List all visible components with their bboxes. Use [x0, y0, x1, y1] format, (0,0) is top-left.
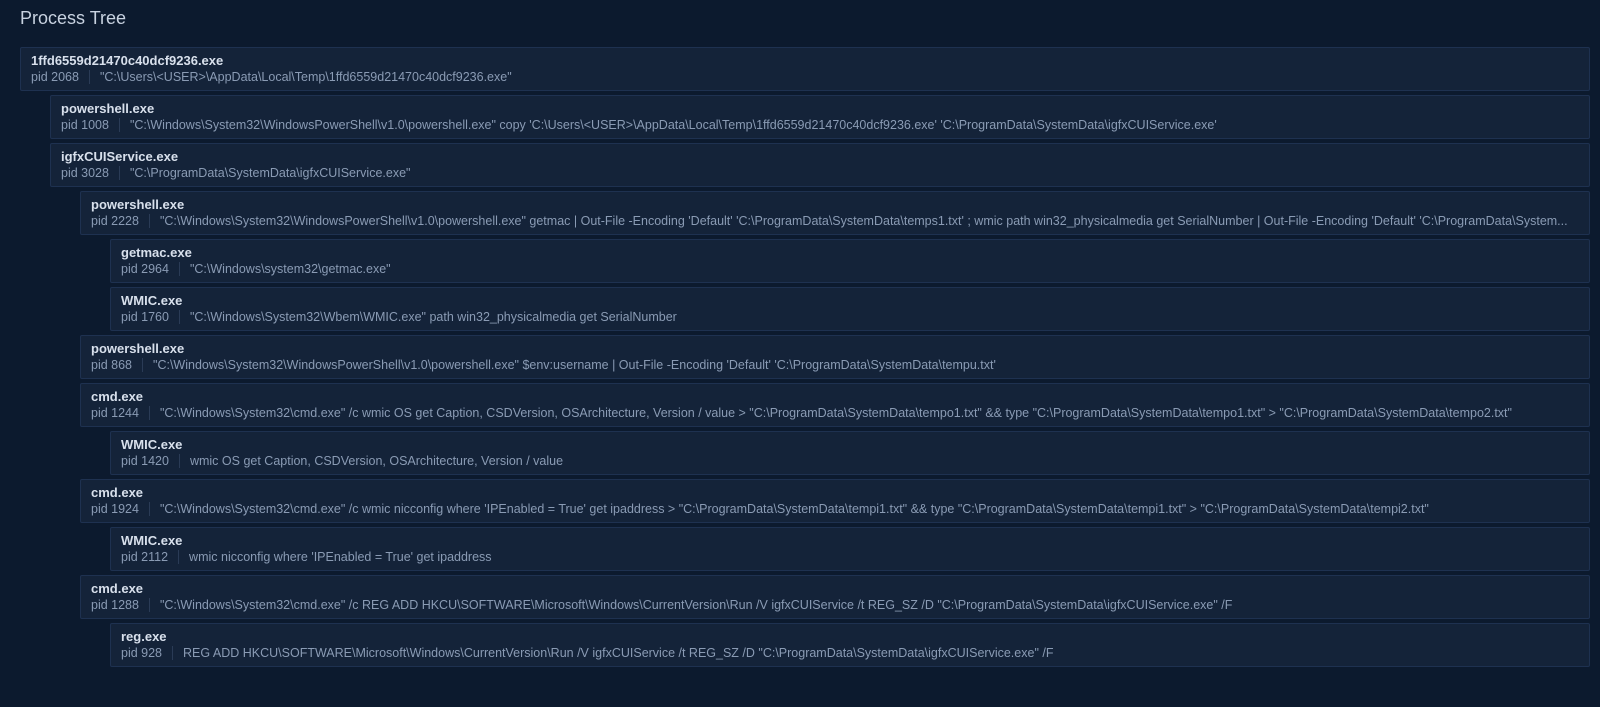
process-name: cmd.exe: [91, 485, 1579, 500]
process-children: getmac.exe pid 2964"C:\Windows\system32\g…: [110, 239, 1590, 331]
process-details: pid 3028"C:\ProgramData\SystemData\igfxC…: [61, 166, 1579, 180]
process-node[interactable]: powershell.exe pid 2228"C:\Windows\System…: [80, 191, 1590, 235]
process-pid: pid 1288: [91, 598, 150, 612]
process-details: pid 1760"C:\Windows\System32\Wbem\WMIC.e…: [121, 310, 1579, 324]
process-details: pid 1420wmic OS get Caption, CSDVersion,…: [121, 454, 1579, 468]
process-tree: 1ffd6559d21470c40dcf9236.exepid 2068"C:\…: [0, 29, 1600, 667]
process-details: pid 1008"C:\Windows\System32\WindowsPowe…: [61, 118, 1579, 132]
process-cmd: "C:\Users\<USER>\AppData\Local\Temp\1ffd…: [90, 70, 1579, 84]
process-node[interactable]: cmd.exe pid 1244"C:\Windows\System32\cmd.…: [80, 383, 1590, 427]
process-cmd: "C:\ProgramData\SystemData\igfxCUIServic…: [120, 166, 1579, 180]
process-node[interactable]: 1ffd6559d21470c40dcf9236.exe pid 2068"C:\…: [20, 47, 1590, 91]
process-pid: pid 3028: [61, 166, 120, 180]
process-pid: pid 2068: [31, 70, 90, 84]
process-name: getmac.exe: [121, 245, 1579, 260]
process-pid: pid 2228: [91, 214, 150, 228]
process-children: powershell.exepid 2228"C:\Windows\System…: [80, 191, 1590, 667]
process-name: WMIC.exe: [121, 293, 1579, 308]
process-cmd: REG ADD HKCU\SOFTWARE\Microsoft\Windows\…: [173, 646, 1579, 660]
process-details: pid 2964"C:\Windows\system32\getmac.exe": [121, 262, 1579, 276]
process-children: powershell.exepid 1008"C:\Windows\System…: [50, 95, 1590, 667]
process-pid: pid 1760: [121, 310, 180, 324]
process-name: powershell.exe: [91, 341, 1579, 356]
process-node[interactable]: cmd.exe pid 1288"C:\Windows\System32\cmd.…: [80, 575, 1590, 619]
process-cmd: "C:\Windows\System32\WindowsPowerShell\v…: [143, 358, 1579, 372]
process-cmd: "C:\Windows\System32\cmd.exe" /c wmic OS…: [150, 406, 1579, 420]
process-node[interactable]: WMIC.exe pid 1760"C:\Windows\System32\Wbe…: [110, 287, 1590, 331]
process-cmd: wmic OS get Caption, CSDVersion, OSArchi…: [180, 454, 1579, 468]
process-cmd: "C:\Windows\System32\Wbem\WMIC.exe" path…: [180, 310, 1579, 324]
process-details: pid 1244"C:\Windows\System32\cmd.exe" /c…: [91, 406, 1579, 420]
process-children: WMIC.exe pid 2112wmic nicconfig where 'IP…: [110, 527, 1590, 571]
process-details: pid 1288"C:\Windows\System32\cmd.exe" /c…: [91, 598, 1579, 612]
process-name: WMIC.exe: [121, 533, 1579, 548]
process-node[interactable]: reg.exe pid 928REG ADD HKCU\SOFTWARE\Micr…: [110, 623, 1590, 667]
process-name: powershell.exe: [61, 101, 1579, 116]
process-pid: pid 868: [91, 358, 143, 372]
process-node[interactable]: WMIC.exe pid 1420wmic OS get Caption, CSD…: [110, 431, 1590, 475]
process-node[interactable]: powershell.exe pid 1008"C:\Windows\System…: [50, 95, 1590, 139]
process-pid: pid 2964: [121, 262, 180, 276]
process-details: pid 2112wmic nicconfig where 'IPEnabled …: [121, 550, 1579, 564]
process-pid: pid 1244: [91, 406, 150, 420]
process-node[interactable]: igfxCUIService.exe pid 3028"C:\ProgramDat…: [50, 143, 1590, 187]
process-node[interactable]: getmac.exe pid 2964"C:\Windows\system32\g…: [110, 239, 1590, 283]
process-name: powershell.exe: [91, 197, 1579, 212]
process-cmd: "C:\Windows\System32\cmd.exe" /c REG ADD…: [150, 598, 1579, 612]
process-node[interactable]: powershell.exe pid 868"C:\Windows\System3…: [80, 335, 1590, 379]
process-pid: pid 1420: [121, 454, 180, 468]
process-details: pid 2228"C:\Windows\System32\WindowsPowe…: [91, 214, 1579, 228]
process-node[interactable]: cmd.exe pid 1924"C:\Windows\System32\cmd.…: [80, 479, 1590, 523]
process-name: cmd.exe: [91, 581, 1579, 596]
page-title: Process Tree: [0, 0, 1600, 29]
process-name: igfxCUIService.exe: [61, 149, 1579, 164]
process-details: pid 1924"C:\Windows\System32\cmd.exe" /c…: [91, 502, 1579, 516]
process-node[interactable]: WMIC.exe pid 2112wmic nicconfig where 'IP…: [110, 527, 1590, 571]
process-cmd: wmic nicconfig where 'IPEnabled = True' …: [179, 550, 1579, 564]
process-details: pid 928REG ADD HKCU\SOFTWARE\Microsoft\W…: [121, 646, 1579, 660]
process-details: pid 2068"C:\Users\<USER>\AppData\Local\T…: [31, 70, 1579, 84]
process-details: pid 868"C:\Windows\System32\WindowsPower…: [91, 358, 1579, 372]
process-pid: pid 1008: [61, 118, 120, 132]
process-cmd: "C:\Windows\System32\cmd.exe" /c wmic ni…: [150, 502, 1579, 516]
process-name: 1ffd6559d21470c40dcf9236.exe: [31, 53, 1579, 68]
process-children: WMIC.exe pid 1420wmic OS get Caption, CSD…: [110, 431, 1590, 475]
process-pid: pid 1924: [91, 502, 150, 516]
process-pid: pid 928: [121, 646, 173, 660]
process-name: WMIC.exe: [121, 437, 1579, 452]
process-cmd: "C:\Windows\system32\getmac.exe": [180, 262, 1579, 276]
process-pid: pid 2112: [121, 550, 179, 564]
process-name: cmd.exe: [91, 389, 1579, 404]
process-cmd: "C:\Windows\System32\WindowsPowerShell\v…: [120, 118, 1579, 132]
process-name: reg.exe: [121, 629, 1579, 644]
process-cmd: "C:\Windows\System32\WindowsPowerShell\v…: [150, 214, 1579, 228]
process-children: reg.exe pid 928REG ADD HKCU\SOFTWARE\Micr…: [110, 623, 1590, 667]
